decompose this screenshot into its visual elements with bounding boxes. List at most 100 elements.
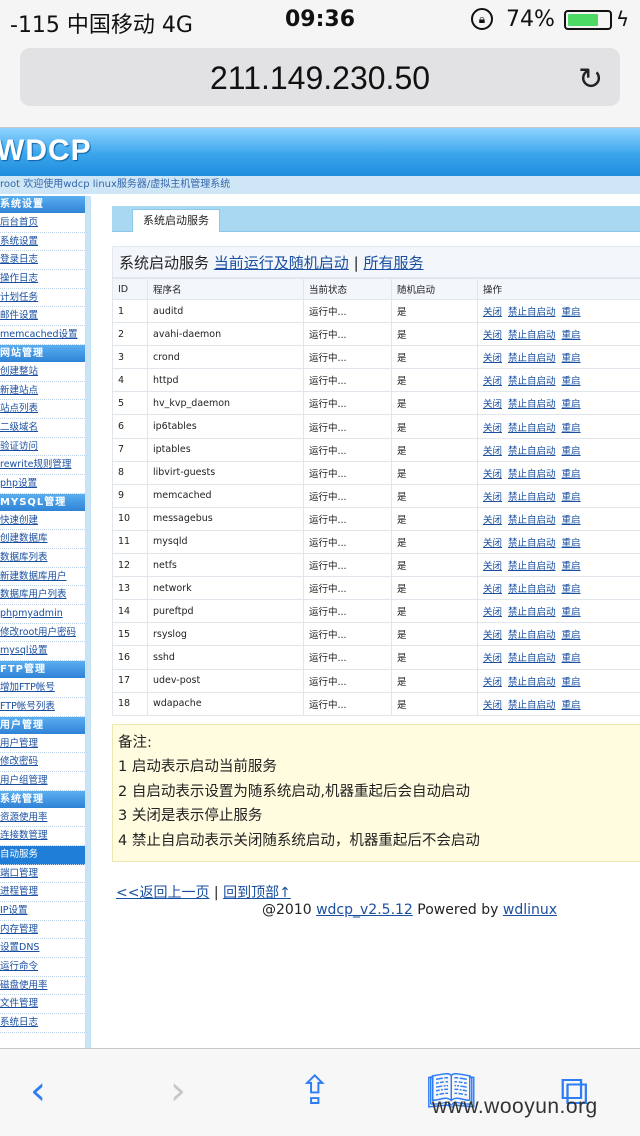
share-icon[interactable]: ⇪	[298, 1071, 332, 1111]
sidebar-item[interactable]: 内存管理	[0, 921, 85, 940]
disable-autostart-link[interactable]: 禁止自启动	[508, 677, 556, 688]
restart-link[interactable]: 重启	[562, 561, 581, 572]
stop-link[interactable]: 关闭	[483, 423, 502, 434]
stop-link[interactable]: 关闭	[483, 630, 502, 641]
stop-link[interactable]: 关闭	[483, 538, 502, 549]
sidebar-item[interactable]: 磁盘使用率	[0, 977, 85, 996]
sidebar-item[interactable]: 修改root用户密码	[0, 624, 85, 643]
sidebar-item[interactable]: 修改密码	[0, 753, 85, 772]
sidebar-item[interactable]: 操作日志	[0, 270, 85, 289]
disable-autostart-link[interactable]: 禁止自启动	[508, 515, 556, 526]
sidebar-item[interactable]: 创建整站	[0, 363, 85, 382]
running-services-link[interactable]: 当前运行及随机启动	[214, 254, 349, 272]
disable-autostart-link[interactable]: 禁止自启动	[508, 492, 556, 503]
disable-autostart-link[interactable]: 禁止自启动	[508, 353, 556, 364]
stop-link[interactable]: 关闭	[483, 561, 502, 572]
sidebar-item[interactable]: 新建站点	[0, 382, 85, 401]
sidebar-group-header[interactable]: FTP管理	[0, 661, 85, 680]
disable-autostart-link[interactable]: 禁止自启动	[508, 376, 556, 387]
restart-link[interactable]: 重启	[562, 330, 581, 341]
restart-link[interactable]: 重启	[562, 446, 581, 457]
sidebar-item[interactable]: 快速创建	[0, 512, 85, 531]
disable-autostart-link[interactable]: 禁止自启动	[508, 538, 556, 549]
stop-link[interactable]: 关闭	[483, 399, 502, 410]
restart-link[interactable]: 重启	[562, 700, 581, 711]
restart-link[interactable]: 重启	[562, 307, 581, 318]
stop-link[interactable]: 关闭	[483, 492, 502, 503]
stop-link[interactable]: 关闭	[483, 677, 502, 688]
sidebar-item[interactable]: memcached设置	[0, 326, 85, 345]
stop-link[interactable]: 关闭	[483, 584, 502, 595]
restart-link[interactable]: 重启	[562, 538, 581, 549]
restart-link[interactable]: 重启	[562, 353, 581, 364]
sidebar-item[interactable]: 设置DNS	[0, 939, 85, 959]
disable-autostart-link[interactable]: 禁止自启动	[508, 607, 556, 618]
tab-system-services[interactable]: 系统启动服务	[132, 209, 220, 232]
restart-link[interactable]: 重启	[562, 630, 581, 641]
stop-link[interactable]: 关闭	[483, 469, 502, 480]
disable-autostart-link[interactable]: 禁止自启动	[508, 446, 556, 457]
stop-link[interactable]: 关闭	[483, 307, 502, 318]
disable-autostart-link[interactable]: 禁止自启动	[508, 561, 556, 572]
all-services-link[interactable]: 所有服务	[363, 254, 423, 272]
address-bar[interactable]: 211.149.230.50 ↻	[20, 48, 620, 106]
sidebar-item[interactable]: 数据库用户列表	[0, 586, 85, 606]
sidebar-item[interactable]: 资源使用率	[0, 809, 85, 828]
sidebar-item[interactable]: 文件管理	[0, 995, 85, 1015]
reload-icon[interactable]: ↻	[578, 62, 603, 97]
disable-autostart-link[interactable]: 禁止自启动	[508, 469, 556, 480]
stop-link[interactable]: 关闭	[483, 353, 502, 364]
sidebar-item[interactable]: 连接数管理	[0, 827, 85, 846]
sidebar-item[interactable]: 后台首页	[0, 214, 85, 233]
sidebar-item[interactable]: 端口管理	[0, 865, 85, 884]
stop-link[interactable]: 关闭	[483, 330, 502, 341]
sidebar-item[interactable]: 计划任务	[0, 289, 85, 308]
sidebar-item[interactable]: 系统设置	[0, 233, 85, 252]
sidebar-item[interactable]: 二级域名	[0, 419, 85, 438]
sidebar-item[interactable]: mysql设置	[0, 642, 85, 662]
restart-link[interactable]: 重启	[562, 376, 581, 387]
restart-link[interactable]: 重启	[562, 677, 581, 688]
restart-link[interactable]: 重启	[562, 469, 581, 480]
sidebar-item[interactable]: 验证访问	[0, 438, 85, 457]
sidebar-item[interactable]: 用户管理	[0, 735, 85, 754]
disable-autostart-link[interactable]: 禁止自启动	[508, 653, 556, 664]
disable-autostart-link[interactable]: 禁止自启动	[508, 330, 556, 341]
stop-link[interactable]: 关闭	[483, 515, 502, 526]
sidebar-item[interactable]: 增加FTP帐号	[0, 679, 85, 698]
stop-link[interactable]: 关闭	[483, 376, 502, 387]
sidebar-item[interactable]: 站点列表	[0, 400, 85, 419]
restart-link[interactable]: 重启	[562, 423, 581, 434]
sidebar-item[interactable]: 数据库列表	[0, 549, 85, 568]
sidebar-item[interactable]: IP设置	[0, 902, 85, 921]
sidebar-group-header[interactable]: 网站管理	[0, 344, 85, 363]
restart-link[interactable]: 重启	[562, 399, 581, 410]
stop-link[interactable]: 关闭	[483, 607, 502, 618]
sidebar-item[interactable]: 新建数据库用户	[0, 568, 85, 587]
sidebar-group-header[interactable]: 系统设置	[0, 196, 85, 214]
sidebar-item[interactable]: rewrite规则管理	[0, 456, 85, 475]
back-icon[interactable]: ‹	[30, 1071, 46, 1111]
disable-autostart-link[interactable]: 禁止自启动	[508, 700, 556, 711]
sidebar-item[interactable]: php设置	[0, 475, 85, 494]
stop-link[interactable]: 关闭	[483, 446, 502, 457]
disable-autostart-link[interactable]: 禁止自启动	[508, 307, 556, 318]
sidebar-item[interactable]: 邮件设置	[0, 307, 85, 327]
sidebar-item[interactable]: 用户组管理	[0, 772, 85, 791]
sidebar-item[interactable]: FTP帐号列表	[0, 698, 85, 717]
top-link[interactable]: 回到顶部↑	[223, 885, 291, 901]
disable-autostart-link[interactable]: 禁止自启动	[508, 399, 556, 410]
restart-link[interactable]: 重启	[562, 515, 581, 526]
stop-link[interactable]: 关闭	[483, 700, 502, 711]
disable-autostart-link[interactable]: 禁止自启动	[508, 584, 556, 595]
restart-link[interactable]: 重启	[562, 492, 581, 503]
back-link[interactable]: <<返回上一页	[116, 885, 209, 901]
sidebar-item[interactable]: 创建数据库	[0, 530, 85, 549]
sidebar-item[interactable]: 运行命令	[0, 958, 85, 977]
sidebar-item[interactable]: 登录日志	[0, 251, 85, 271]
restart-link[interactable]: 重启	[562, 584, 581, 595]
sidebar-item[interactable]: 进程管理	[0, 883, 85, 902]
version-link[interactable]: wdcp_v2.5.12	[316, 902, 413, 918]
sidebar-item[interactable]: 系统日志	[0, 1014, 85, 1033]
restart-link[interactable]: 重启	[562, 653, 581, 664]
